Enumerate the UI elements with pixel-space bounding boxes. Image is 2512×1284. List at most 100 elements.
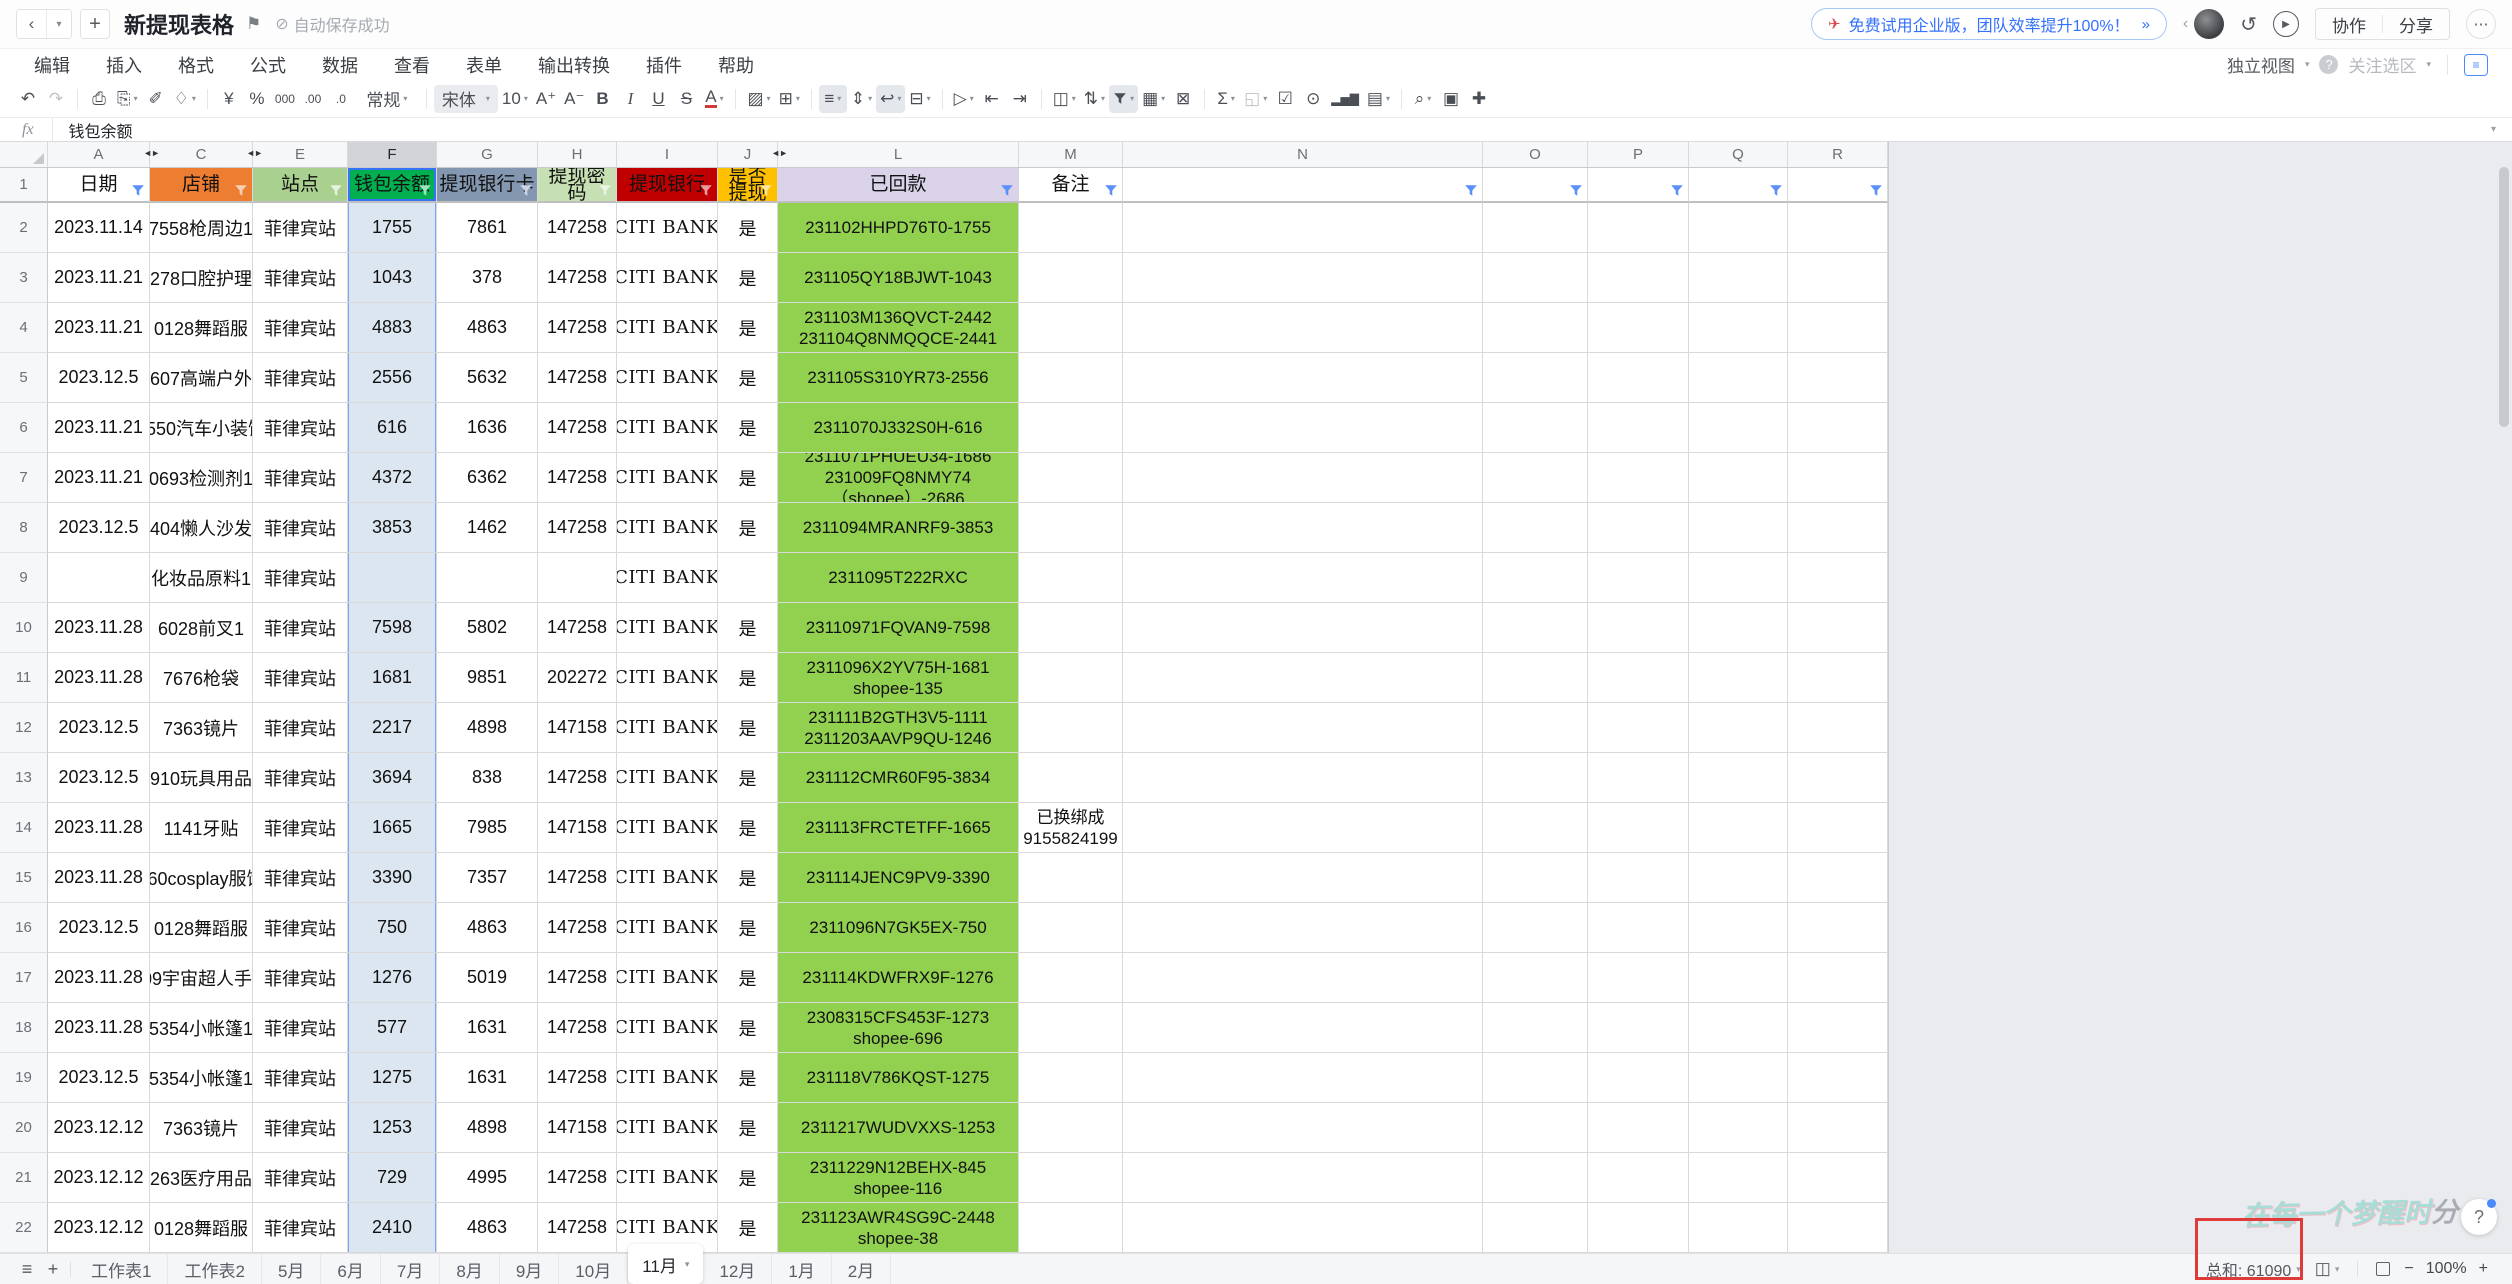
row-header-9[interactable]: 9 <box>0 553 48 603</box>
cell-A21[interactable]: 2023.12.12 <box>48 1153 150 1203</box>
more-menu-button[interactable]: ⋯ <box>2466 9 2496 39</box>
cell-J21[interactable]: 是 <box>718 1153 778 1203</box>
cell-G15[interactable]: 7357 <box>437 853 538 903</box>
cell-O8[interactable] <box>1483 503 1588 553</box>
cell-E10[interactable]: 菲律宾站 <box>253 603 348 653</box>
sheet-tab-7月[interactable]: 7月 <box>381 1254 441 1284</box>
view-switch-icon[interactable]: ◫ ▾ <box>2315 1259 2340 1279</box>
cell-F13[interactable]: 3694 <box>348 753 437 803</box>
cell-A18[interactable]: 2023.11.28 <box>48 1003 150 1053</box>
cell-J17[interactable]: 是 <box>718 953 778 1003</box>
cell-N19[interactable] <box>1123 1053 1483 1103</box>
font-increase-icon[interactable]: A⁺ <box>532 85 560 113</box>
cell-A22[interactable]: 2023.12.12 <box>48 1203 150 1253</box>
column-header-G[interactable]: G <box>437 142 538 167</box>
cell-E1[interactable]: 站点 <box>253 168 348 203</box>
cell-P3[interactable] <box>1588 253 1689 303</box>
cell-C11[interactable]: 7676枪袋 <box>150 653 253 703</box>
row-header-2[interactable]: 2 <box>0 203 48 253</box>
cell-Q16[interactable] <box>1689 903 1788 953</box>
cell-N4[interactable] <box>1123 303 1483 353</box>
column-header-R[interactable]: R <box>1788 142 1888 167</box>
cell-H3[interactable]: 147258 <box>538 253 617 303</box>
cell-P22[interactable] <box>1588 1203 1689 1253</box>
help-button[interactable]: ? <box>2461 1199 2497 1235</box>
cell-I7[interactable]: CITI BANK <box>617 453 718 503</box>
cell-J18[interactable]: 是 <box>718 1003 778 1053</box>
cell-C4[interactable]: 0128舞蹈服 <box>150 303 253 353</box>
cell-E22[interactable]: 菲律宾站 <box>253 1203 348 1253</box>
cell-H14[interactable]: 147158 <box>538 803 617 853</box>
cell-A20[interactable]: 2023.12.12 <box>48 1103 150 1153</box>
cell-A15[interactable]: 2023.11.28 <box>48 853 150 903</box>
menu-输出转换[interactable]: 输出转换 <box>520 52 628 78</box>
row-header-5[interactable]: 5 <box>0 353 48 403</box>
column-header-J[interactable]: J ◄► <box>718 142 788 167</box>
cell-L18[interactable]: 2308315CFS453F-1273 shopee-696 <box>778 1003 1019 1053</box>
cell-A16[interactable]: 2023.12.5 <box>48 903 150 953</box>
cell-L21[interactable]: 2311229N12BEHX-845 shopee-116 <box>778 1153 1019 1203</box>
cell-L10[interactable]: 23110971FQVAN9-7598 <box>778 603 1019 653</box>
cell-O10[interactable] <box>1483 603 1588 653</box>
column-header-P[interactable]: P <box>1588 142 1689 167</box>
cell-Q18[interactable] <box>1689 1003 1788 1053</box>
cell-G12[interactable]: 4898 <box>437 703 538 753</box>
menu-插件[interactable]: 插件 <box>628 52 700 78</box>
cell-H7[interactable]: 147258 <box>538 453 617 503</box>
cell-I21[interactable]: CITI BANK <box>617 1153 718 1203</box>
conditional-format-icon[interactable]: ▷ ▾ <box>950 85 978 113</box>
cell-H20[interactable]: 147158 <box>538 1103 617 1153</box>
cell-C19[interactable]: 5354小帐篷1 <box>150 1053 253 1103</box>
cell-R16[interactable] <box>1788 903 1888 953</box>
row-header-6[interactable]: 6 <box>0 403 48 453</box>
cell-I4[interactable]: CITI BANK <box>617 303 718 353</box>
cell-P14[interactable] <box>1588 803 1689 853</box>
cell-N6[interactable] <box>1123 403 1483 453</box>
cell-H22[interactable]: 147258 <box>538 1203 617 1253</box>
cell-F15[interactable]: 3390 <box>348 853 437 903</box>
cell-R22[interactable] <box>1788 1203 1888 1253</box>
cell-C13[interactable]: 7910玩具用品1 <box>150 753 253 803</box>
cell-C10[interactable]: 6028前叉1 <box>150 603 253 653</box>
zoom-in-button[interactable]: + <box>2479 1260 2488 1278</box>
column-header-L[interactable]: L <box>778 142 1019 167</box>
percent-icon[interactable]: % <box>243 85 271 113</box>
cell-J15[interactable]: 是 <box>718 853 778 903</box>
cell-E6[interactable]: 菲律宾站 <box>253 403 348 453</box>
new-document-button[interactable]: + <box>80 9 110 39</box>
cell-R18[interactable] <box>1788 1003 1888 1053</box>
cell-Q2[interactable] <box>1689 203 1788 253</box>
cell-A5[interactable]: 2023.12.5 <box>48 353 150 403</box>
cell-J9[interactable] <box>718 553 778 603</box>
cell-R5[interactable] <box>1788 353 1888 403</box>
hidden-columns-marker[interactable]: ◄► <box>143 148 160 158</box>
cell-I20[interactable]: CITI BANK <box>617 1103 718 1153</box>
cell-F18[interactable]: 577 <box>348 1003 437 1053</box>
text-color-icon[interactable]: A ▾ <box>700 85 728 113</box>
cell-I11[interactable]: CITI BANK <box>617 653 718 703</box>
cell-C8[interactable]: 4404懒人沙发2 <box>150 503 253 553</box>
comment-add-icon[interactable]: ✚ <box>1465 85 1493 113</box>
cell-Q14[interactable] <box>1689 803 1788 853</box>
cell-I3[interactable]: CITI BANK <box>617 253 718 303</box>
cell-L11[interactable]: 2311096X2YV75H-1681 shopee-135 <box>778 653 1019 703</box>
cell-E3[interactable]: 菲律宾站 <box>253 253 348 303</box>
cell-A6[interactable]: 2023.11.21 <box>48 403 150 453</box>
outdent-icon[interactable]: ⇤ <box>978 85 1006 113</box>
cell-R15[interactable] <box>1788 853 1888 903</box>
filter-icon[interactable] <box>1869 184 1883 197</box>
cell-O2[interactable] <box>1483 203 1588 253</box>
cell-Q9[interactable] <box>1689 553 1788 603</box>
row-header-4[interactable]: 4 <box>0 303 48 353</box>
cell-G9[interactable] <box>437 553 538 603</box>
cell-C3[interactable]: 5278口腔护理1 <box>150 253 253 303</box>
cell-G14[interactable]: 7985 <box>437 803 538 853</box>
column-header-Q[interactable]: Q <box>1689 142 1788 167</box>
cell-C12[interactable]: 7363镜片 <box>150 703 253 753</box>
cell-F3[interactable]: 1043 <box>348 253 437 303</box>
filter-icon[interactable] <box>131 184 145 197</box>
cell-N18[interactable] <box>1123 1003 1483 1053</box>
cell-P21[interactable] <box>1588 1153 1689 1203</box>
cell-M5[interactable] <box>1019 353 1123 403</box>
cell-P4[interactable] <box>1588 303 1689 353</box>
